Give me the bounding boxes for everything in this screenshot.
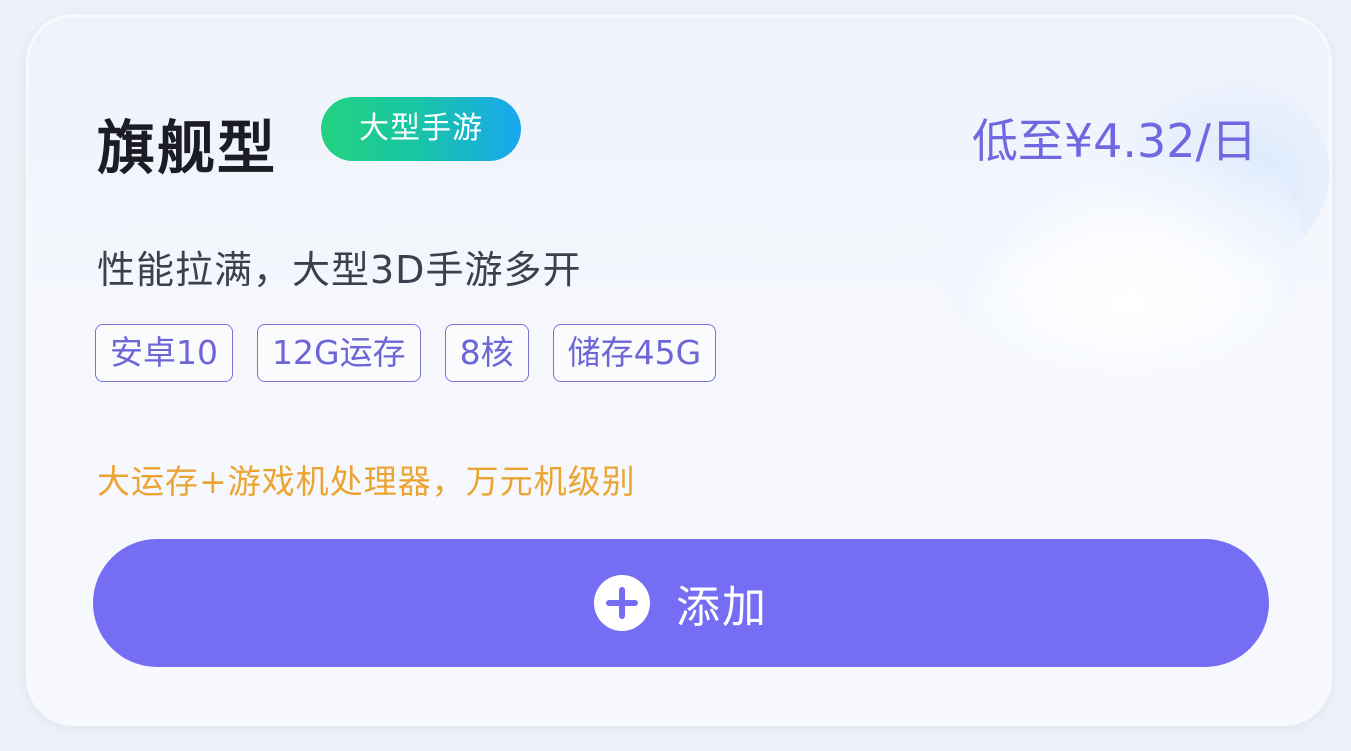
spec-tag-cores: 8核 — [444, 324, 529, 382]
plan-title: 旗舰型 — [97, 114, 278, 182]
plan-tag-badge: 大型手游 — [321, 97, 521, 161]
plan-price: 低至¥4.32/日 — [971, 114, 1257, 168]
spec-tag-list: 安卓10 12G运存 8核 储存45G — [95, 324, 717, 382]
plus-circle-icon — [594, 575, 650, 631]
plan-description: 性能拉满，大型3D手游多开 — [97, 248, 582, 292]
add-button-label: 添加 — [676, 582, 768, 633]
plan-card: 旗舰型 大型手游 低至¥4.32/日 性能拉满，大型3D手游多开 安卓10 12… — [26, 14, 1332, 726]
spec-tag-storage: 储存45G — [552, 324, 717, 382]
spec-tag-memory: 12G运存 — [257, 324, 421, 382]
plan-highlight: 大运存+游戏机处理器，万元机级别 — [97, 462, 636, 501]
add-button[interactable]: 添加 — [93, 539, 1269, 667]
spec-tag-android: 安卓10 — [95, 324, 233, 382]
cloud-decoration-base — [969, 227, 1289, 377]
